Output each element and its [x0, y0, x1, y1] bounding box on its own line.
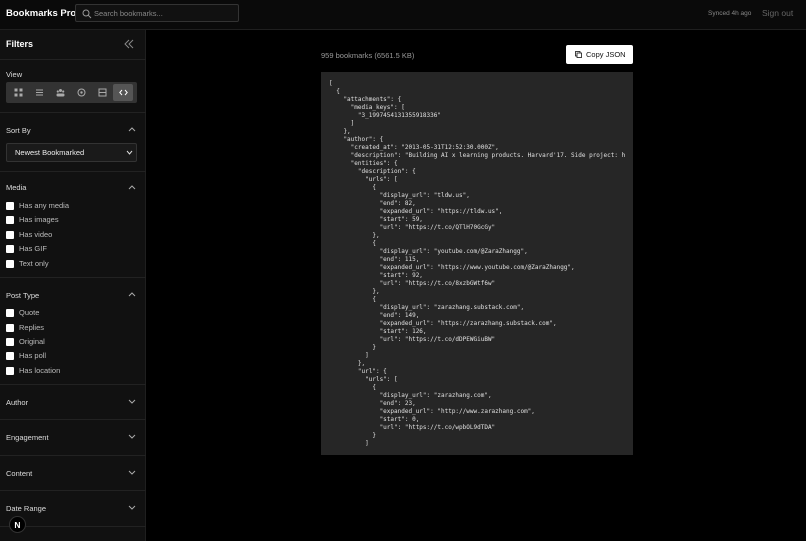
post-type-label: Post Type — [6, 291, 40, 300]
chevron-up-icon[interactable] — [128, 126, 136, 132]
app-badge[interactable]: N — [9, 516, 26, 533]
filters-sidebar: Filters View Sort By Newest Bookmarked M — [0, 30, 146, 541]
divider — [0, 112, 146, 113]
list-icon — [35, 89, 43, 96]
divider — [0, 171, 146, 172]
app-title: Bookmarks Pro — [6, 8, 77, 19]
date-range-label[interactable]: Date Range — [6, 504, 46, 513]
checkbox[interactable] — [6, 244, 14, 253]
filters-title: Filters — [6, 39, 34, 49]
sort-select[interactable]: Newest Bookmarked — [6, 143, 137, 162]
sync-status: Synced 4h ago — [708, 10, 752, 17]
sign-out-link[interactable]: Sign out — [762, 8, 793, 18]
code-icon — [118, 89, 128, 96]
checkbox[interactable] — [6, 259, 14, 268]
media-option-images[interactable]: Has images — [6, 214, 59, 225]
engagement-label[interactable]: Engagement — [6, 433, 49, 442]
checkbox[interactable] — [6, 323, 14, 332]
chevron-down-icon[interactable] — [128, 505, 136, 511]
collapse-sidebar-icon[interactable] — [123, 39, 135, 49]
compact-view-button[interactable] — [92, 84, 112, 101]
post-type-replies[interactable]: Replies — [6, 322, 44, 333]
compact-icon — [98, 88, 106, 97]
view-mode-group — [6, 82, 137, 103]
divider — [0, 455, 146, 456]
chevron-down-icon[interactable] — [128, 470, 136, 476]
copy-icon — [575, 51, 582, 58]
sort-selected-value: Newest Bookmarked — [15, 148, 85, 157]
media-option-text-only[interactable]: Text only — [6, 258, 49, 269]
divider — [0, 277, 146, 278]
checkbox[interactable] — [6, 337, 14, 346]
top-bar: Bookmarks Pro Synced 4h ago Sign out — [0, 0, 806, 30]
checkbox[interactable] — [6, 201, 14, 210]
copy-json-button[interactable]: Copy JSON — [566, 45, 633, 64]
checkbox[interactable] — [6, 366, 14, 375]
search-box[interactable] — [75, 4, 239, 22]
gallery-view-button[interactable] — [71, 84, 91, 101]
checkbox[interactable] — [6, 351, 14, 360]
media-option-any[interactable]: Has any media — [6, 200, 69, 211]
groups-icon — [56, 89, 64, 97]
chevron-down-icon[interactable] — [128, 399, 136, 405]
json-viewer[interactable]: [ { "attachments": { "media_keys": [ "3_… — [321, 72, 633, 455]
post-type-location[interactable]: Has location — [6, 365, 60, 376]
checkbox[interactable] — [6, 308, 14, 317]
json-view-button[interactable] — [113, 84, 133, 101]
post-type-quote[interactable]: Quote — [6, 307, 39, 318]
view-label: View — [6, 70, 23, 79]
post-type-original[interactable]: Original — [6, 336, 45, 347]
copy-json-label: Copy JSON — [586, 50, 626, 59]
divider — [0, 490, 146, 491]
media-option-gif[interactable]: Has GIF — [6, 243, 47, 254]
checkbox[interactable] — [6, 215, 14, 224]
chevron-up-icon[interactable] — [128, 184, 136, 190]
chevron-down-icon[interactable] — [128, 434, 136, 440]
grid-icon — [14, 88, 22, 97]
divider — [0, 419, 146, 420]
chevron-down-icon — [126, 150, 133, 155]
sort-label: Sort By — [6, 126, 31, 135]
gallery-icon — [77, 88, 85, 97]
search-icon — [82, 9, 92, 19]
grid-view-button[interactable] — [8, 84, 28, 101]
media-label: Media — [6, 183, 27, 192]
content-label[interactable]: Content — [6, 469, 32, 478]
chevron-up-icon[interactable] — [128, 291, 136, 297]
media-option-video[interactable]: Has video — [6, 229, 52, 240]
divider — [0, 384, 146, 385]
post-type-poll[interactable]: Has poll — [6, 350, 46, 361]
search-input[interactable] — [94, 7, 234, 20]
divider — [0, 59, 146, 60]
json-content: [ { "attachments": { "media_keys": [ "3_… — [329, 80, 626, 447]
checkbox[interactable] — [6, 230, 14, 239]
author-label[interactable]: Author — [6, 398, 28, 407]
bookmark-count: 959 bookmarks (6561.5 KB) — [321, 51, 415, 60]
list-view-button[interactable] — [29, 84, 49, 101]
groups-view-button[interactable] — [50, 84, 70, 101]
